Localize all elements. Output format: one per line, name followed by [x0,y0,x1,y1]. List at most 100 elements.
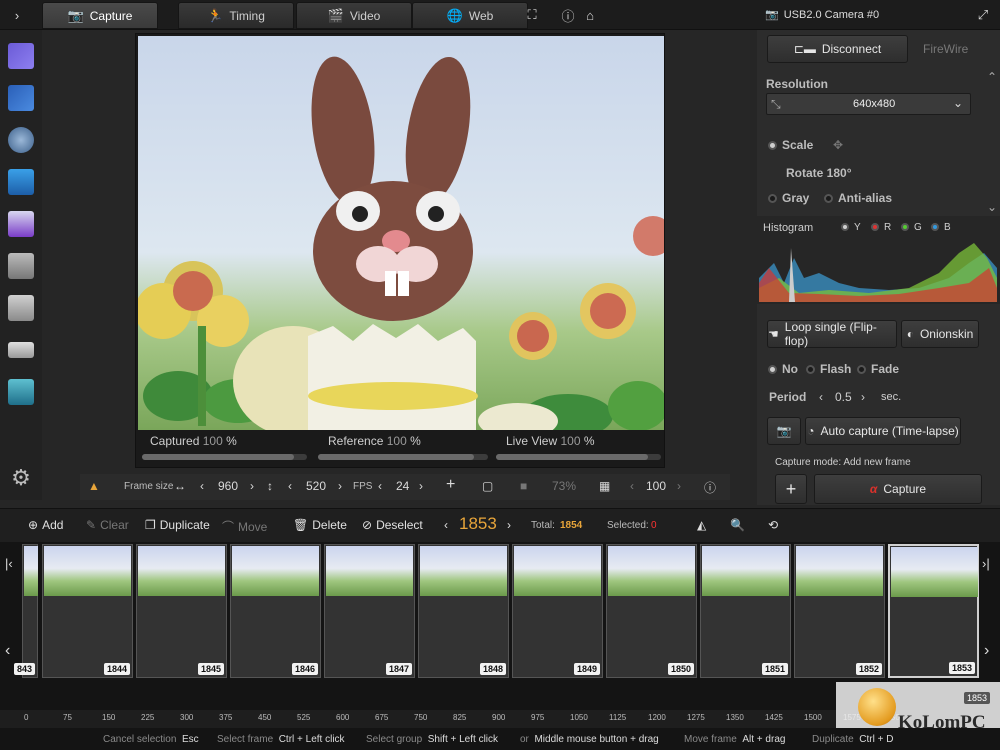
period-increase-button[interactable]: › [861,390,865,404]
frame-thumbnail[interactable]: 1846 [230,544,321,678]
scroll-up-icon[interactable]: ⌃ [987,70,997,84]
flip-icon[interactable]: ◭ [697,518,706,532]
timeline-tick: 1050 [570,713,588,722]
grid-decrease-button[interactable]: ‹ [630,479,634,493]
import-button[interactable] [5,166,37,198]
histogram-channel-r[interactable]: R [871,222,891,233]
home-icon[interactable]: ⌂ [579,4,601,26]
last-frame-button[interactable]: ›| [982,556,990,571]
left-toolbar: ⚙ [0,30,42,500]
frame-thumbnail[interactable]: 1851 [700,544,791,678]
deselect-button[interactable]: ⊘ Deselect [362,518,423,532]
next-frame-button[interactable]: › [507,518,511,532]
reference-opacity-slider[interactable] [318,454,488,460]
scroll-left-button[interactable]: ‹ [5,642,10,660]
hint-select-frame: Select frame Ctrl + Left click [217,734,345,745]
height-increase-button[interactable]: › [338,479,342,493]
onionskin-tab[interactable]: ◐ Onionskin [901,320,979,348]
capture-button[interactable]: α Capture [814,474,982,504]
add-button[interactable]: ⊕ Add [28,518,63,532]
prev-frame-button[interactable]: ‹ [444,518,448,532]
frame-thumbnail[interactable]: 1850 [606,544,697,678]
move-button[interactable]: ⌒ Move [222,518,267,535]
frame-thumbnail[interactable]: 1847 [324,544,415,678]
frame-thumbnail[interactable]: 1852 [794,544,885,678]
first-frame-button[interactable]: |‹ [5,556,13,571]
gray-option[interactable]: Gray [768,191,809,205]
firewire-button[interactable]: FireWire [923,42,968,56]
expand-sidebar-icon[interactable]: › [6,4,28,26]
info-circle-icon[interactable]: ⓘ [704,479,716,496]
antialias-option[interactable]: Anti-alias [824,191,892,205]
duplicate-button[interactable]: ❐ Duplicate [145,518,210,532]
crosshair-icon[interactable]: + [446,476,455,494]
resolution-select[interactable]: ⤡ 640x480 ⌄ [766,93,971,115]
recent-button[interactable] [5,124,37,156]
fps-increase-button[interactable]: › [419,479,423,493]
tab-video[interactable]: 🎬 Video [296,2,412,29]
histogram-channel-b[interactable]: B [931,222,951,233]
scroll-down-icon[interactable]: ⌄ [987,200,997,214]
flash-option[interactable]: Flash [806,362,851,376]
grid-icon[interactable]: ▦ [599,479,610,493]
hand-icon: ☚ [768,327,779,341]
camera-capture-tab[interactable]: 📷 [767,417,801,445]
tab-capture[interactable]: 📷 Capture [42,2,158,29]
frame-thumbnail[interactable]: 1844 [42,544,133,678]
export-button[interactable] [5,376,37,408]
period-decrease-button[interactable]: ‹ [819,390,823,404]
new-project-button[interactable] [5,40,37,72]
fade-option[interactable]: Fade [857,362,899,376]
frame-thumbnail[interactable]: 1845 [136,544,227,678]
maximize-icon[interactable]: ⤢ [972,4,994,26]
settings-button[interactable]: ⚙ [5,462,37,494]
width-increase-button[interactable]: › [250,479,254,493]
move-icon[interactable]: ✥ [833,138,843,152]
loop-single-tab[interactable]: ☚ Loop single (Flip-flop) [767,320,897,348]
disconnect-button[interactable]: ⊏▬ Disconnect [767,35,908,63]
frame-thumbnail-selected[interactable]: 1853 [888,544,979,678]
histogram-channel-y[interactable]: Y [841,222,861,233]
frame-thumbnail[interactable]: 1848 [418,544,509,678]
fps-decrease-button[interactable]: ‹ [378,479,382,493]
save-button[interactable] [5,208,37,240]
add-frame-button[interactable]: + [775,474,807,504]
height-value[interactable]: 520 [306,479,326,493]
frame-thumbnail[interactable]: 843 [13,544,38,678]
delete-button[interactable]: 🗑 Delete [293,518,347,532]
fps-value[interactable]: 24 [396,479,409,493]
period-value[interactable]: 0.5 [835,390,852,404]
scale-option[interactable]: Scale [768,138,813,152]
hint-duplicate: Duplicate Ctrl + D [812,734,894,745]
current-frame-number[interactable]: 1853 [459,514,497,534]
scroll-right-button[interactable]: › [984,642,989,660]
clear-button[interactable]: ✎ Clear [86,518,129,532]
period-unit: sec. [881,391,902,403]
tab-timing[interactable]: 🏃 Timing [178,2,294,29]
refresh-icon[interactable]: ⟲ [768,518,778,532]
width-decrease-button[interactable]: ‹ [200,479,204,493]
layers-button[interactable] [5,292,37,324]
no-option[interactable]: No [768,362,798,376]
crop-frame-icon[interactable]: ▢ [482,479,493,493]
width-value[interactable]: 960 [218,479,238,493]
fullscreen-icon[interactable]: ⛶ [521,4,543,26]
zoom-frames-icon[interactable]: 🔍 [730,518,745,532]
stack-button[interactable] [5,334,37,366]
folder-button[interactable] [5,250,37,282]
grid-value[interactable]: 100 [646,479,666,493]
histogram-channel-g[interactable]: G [901,222,922,233]
open-project-button[interactable] [5,82,37,114]
captured-opacity-slider[interactable] [142,454,307,460]
frame-thumbnail[interactable]: 1849 [512,544,603,678]
auto-capture-tab[interactable]: ◔ Auto capture (Time-lapse) [805,417,961,445]
grid-increase-button[interactable]: › [677,479,681,493]
height-decrease-button[interactable]: ‹ [288,479,292,493]
overlay-icon[interactable]: ■ [520,479,527,493]
histogram-label: Histogram [763,222,814,234]
rotate-option[interactable]: Rotate 180° [786,166,852,180]
info-icon[interactable]: ⓘ [557,4,579,26]
live-view-image[interactable] [138,36,664,430]
tab-web[interactable]: 🌐 Web [412,2,528,29]
live-view-opacity-slider[interactable] [496,454,661,460]
